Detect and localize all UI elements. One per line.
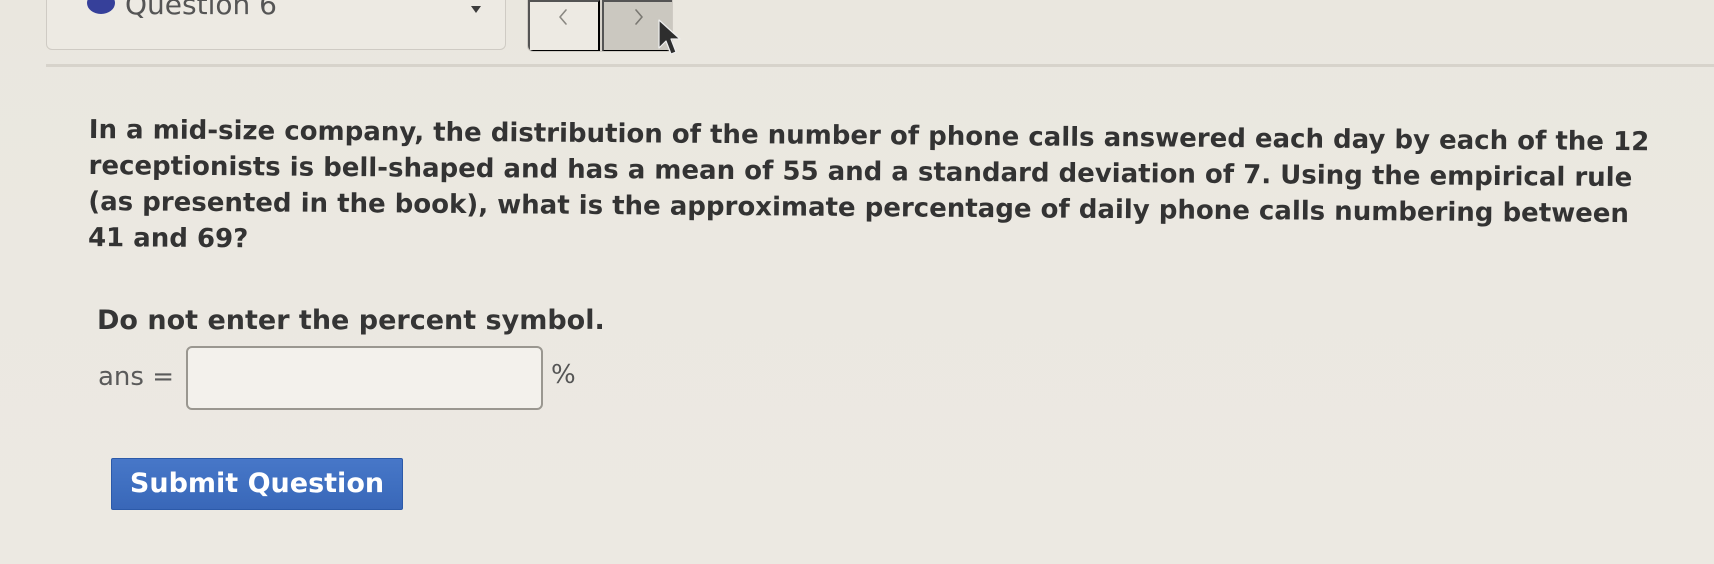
screen: Question 6 In a mid-size company, the di… [0, 0, 1714, 564]
percent-sign: % [551, 360, 576, 390]
answer-instruction: Do not enter the percent symbol. [97, 305, 605, 336]
question-content: In a mid-size company, the distribution … [0, 0, 1714, 564]
answer-input[interactable] [186, 346, 543, 410]
answer-label: ans = [98, 362, 175, 392]
submit-question-button[interactable]: Submit Question [111, 458, 403, 510]
question-text: In a mid-size company, the distribution … [87, 114, 1650, 255]
